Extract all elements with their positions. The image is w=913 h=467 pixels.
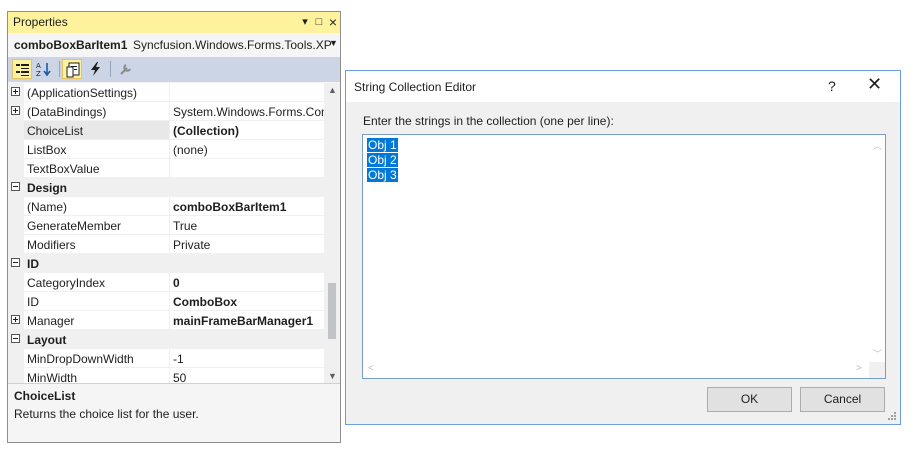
toolbar-separator — [110, 61, 111, 77]
property-row-generatemember[interactable]: GenerateMember True — [8, 216, 324, 235]
dialog-title: String Collection Editor — [354, 80, 477, 94]
property-row-textboxvalue[interactable]: TextBoxValue — [8, 159, 324, 178]
property-pages-icon[interactable] — [116, 59, 136, 79]
svg-text:A: A — [36, 62, 41, 70]
properties-title: Properties — [13, 15, 68, 29]
property-row-applicationsettings[interactable]: (ApplicationSettings) — [8, 83, 324, 102]
scroll-right-icon[interactable]: > — [856, 363, 862, 374]
property-row-id[interactable]: ID ComboBox — [8, 292, 324, 311]
properties-icon[interactable] — [62, 59, 82, 79]
description-title: ChoiceList — [14, 389, 76, 403]
property-row-categoryindex[interactable]: CategoryIndex 0 — [8, 273, 324, 292]
cancel-button[interactable]: Cancel — [800, 387, 885, 412]
category-design[interactable]: Design — [8, 178, 324, 197]
scroll-down-icon[interactable]: ▼ — [328, 371, 337, 381]
ok-button[interactable]: OK — [707, 387, 792, 412]
property-grid: (ApplicationSettings) (DataBindings) Sys… — [8, 83, 324, 383]
string-line: Obj 2 — [367, 153, 398, 167]
pin-dropdown-icon[interactable]: ▾ — [298, 14, 312, 30]
property-row-mindropdownwidth[interactable]: MinDropDownWidth -1 — [8, 349, 324, 368]
collapse-icon[interactable] — [11, 182, 20, 191]
property-row-choicelist[interactable]: ChoiceList (Collection) — [8, 121, 324, 140]
strings-textarea[interactable]: Obj 1 Obj 2 Obj 3 ︿ ﹀ < > — [362, 134, 886, 379]
scroll-up-icon[interactable]: ︿ — [873, 139, 882, 152]
scroll-left-icon[interactable]: < — [368, 363, 374, 374]
expand-icon[interactable] — [11, 87, 20, 96]
alphabetical-icon[interactable]: A Z — [34, 59, 54, 79]
string-line: Obj 3 — [367, 168, 398, 182]
maximize-icon[interactable]: □ — [312, 14, 326, 30]
expand-icon[interactable] — [11, 106, 20, 115]
help-icon[interactable]: ? — [828, 78, 836, 94]
resize-grip-icon[interactable] — [887, 411, 897, 421]
collapse-icon[interactable] — [11, 334, 20, 343]
editor-instructions: Enter the strings in the collection (one… — [363, 114, 614, 128]
object-selector[interactable]: comboBoxBarItem1 Syncfusion.Windows.Form… — [8, 33, 340, 57]
chevron-down-icon[interactable]: ▼ — [329, 38, 338, 48]
category-layout[interactable]: Layout — [8, 330, 324, 349]
property-row-modifiers[interactable]: Modifiers Private — [8, 235, 324, 254]
events-icon[interactable] — [86, 59, 106, 79]
category-id[interactable]: ID — [8, 254, 324, 273]
property-row-databindings[interactable]: (DataBindings) System.Windows.Forms.Con — [8, 102, 324, 121]
property-grid-scrollbar[interactable]: ▲ ▼ — [324, 83, 340, 383]
scroll-thumb[interactable] — [328, 283, 336, 339]
toolbar-separator — [59, 61, 60, 77]
string-collection-editor-dialog: String Collection Editor ? ✕ Enter the s… — [345, 70, 901, 425]
collapse-icon[interactable] — [11, 258, 20, 267]
scrollbar-corner — [869, 362, 885, 378]
close-icon[interactable]: ✕ — [867, 74, 882, 95]
property-row-manager[interactable]: Manager mainFrameBarManager1 — [8, 311, 324, 330]
properties-title-bar[interactable]: Properties ▾ □ × — [8, 12, 340, 33]
editor-horizontal-scrollbar[interactable]: < > — [363, 362, 869, 378]
properties-panel: Properties ▾ □ × comboBoxBarItem1 Syncfu… — [7, 11, 341, 443]
description-text: Returns the choice list for the user. — [14, 407, 199, 421]
dialog-title-bar[interactable]: String Collection Editor ? ✕ — [346, 71, 900, 102]
expand-icon[interactable] — [11, 315, 20, 324]
scroll-up-icon[interactable]: ▲ — [328, 85, 337, 95]
svg-text:Z: Z — [36, 70, 41, 77]
strings-content: Obj 1 Obj 2 Obj 3 — [367, 138, 398, 183]
categorized-icon[interactable] — [12, 59, 32, 79]
object-name: comboBoxBarItem1 — [14, 38, 128, 52]
string-line: Obj 1 — [367, 138, 398, 152]
close-icon[interactable]: × — [326, 14, 340, 30]
description-pane: ChoiceList Returns the choice list for t… — [8, 383, 340, 442]
scroll-down-icon[interactable]: ﹀ — [873, 347, 882, 360]
editor-vertical-scrollbar[interactable]: ︿ ﹀ — [869, 135, 885, 362]
property-row-listbox[interactable]: ListBox (none) — [8, 140, 324, 159]
property-row-name[interactable]: (Name) comboBoxBarItem1 — [8, 197, 324, 216]
property-row-minwidth[interactable]: MinWidth 50 — [8, 368, 324, 383]
object-type: Syncfusion.Windows.Forms.Tools.XP — [133, 38, 332, 52]
properties-toolbar: A Z — [8, 57, 340, 82]
